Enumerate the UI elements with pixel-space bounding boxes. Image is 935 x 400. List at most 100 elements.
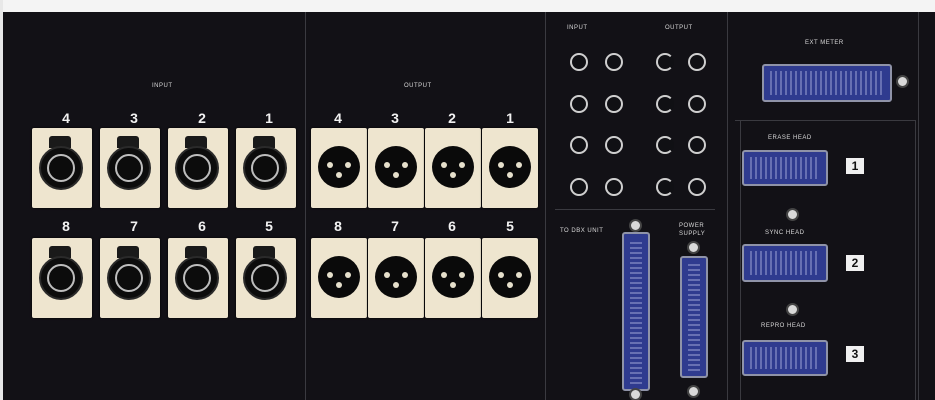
input-xlr-female-1[interactable] xyxy=(236,128,296,208)
to-dbx-unit-connector[interactable] xyxy=(622,232,650,391)
xlr-female-socket-icon xyxy=(39,146,83,190)
rca-output-jack-4[interactable] xyxy=(656,95,674,113)
input-xlr-female-2[interactable] xyxy=(168,128,228,208)
xlr-female-socket-icon xyxy=(107,146,151,190)
divider-rca-bottom xyxy=(555,209,715,210)
rca-input-label: INPUT xyxy=(567,25,588,31)
rca-input-jack-3[interactable] xyxy=(605,95,623,113)
input-number-1: 1 xyxy=(265,110,273,126)
output-number-3: 3 xyxy=(391,110,399,126)
ext-meter-label: EXT METER xyxy=(805,40,844,46)
input-number-3: 3 xyxy=(130,110,138,126)
input-xlr-female-6[interactable] xyxy=(168,238,228,318)
frame-left-edge xyxy=(0,0,3,400)
divider-output-rca xyxy=(545,12,546,400)
output-xlr-male-1[interactable] xyxy=(482,128,538,208)
xlr-male-socket-icon xyxy=(375,256,417,298)
output-xlr-male-5[interactable] xyxy=(482,238,538,318)
divider-rca-heads xyxy=(727,12,728,400)
rear-panel: INPUT OUTPUT 4 3 2 1 8 7 6 5 4 3 2 1 8 7… xyxy=(0,0,935,400)
divider-heads-top xyxy=(735,120,915,121)
rca-input-jack-7[interactable] xyxy=(605,178,623,196)
output-number-1: 1 xyxy=(506,110,514,126)
rca-output-jack-3[interactable] xyxy=(688,95,706,113)
output-xlr-male-2[interactable] xyxy=(425,128,481,208)
divider-heads-left xyxy=(740,120,741,400)
erase-head-connector[interactable] xyxy=(742,150,828,186)
divider-input-output xyxy=(305,12,306,400)
xlr-male-socket-icon xyxy=(432,256,474,298)
rca-output-jack-1[interactable] xyxy=(688,53,706,71)
xlr-male-socket-icon xyxy=(318,146,360,188)
rca-input-jack-4[interactable] xyxy=(570,95,588,113)
head-number-badge-3: 3 xyxy=(846,346,864,362)
output-number-6: 6 xyxy=(448,218,456,234)
input-number-2: 2 xyxy=(198,110,206,126)
xlr-male-socket-icon xyxy=(489,256,531,298)
xlr-male-socket-icon xyxy=(318,256,360,298)
screw-icon xyxy=(896,75,909,88)
rca-input-jack-2[interactable] xyxy=(570,53,588,71)
xlr-male-socket-icon xyxy=(375,146,417,188)
xlr-male-socket-icon xyxy=(432,146,474,188)
input-xlr-female-5[interactable] xyxy=(236,238,296,318)
repro-head-connector[interactable] xyxy=(742,340,828,376)
input-number-7: 7 xyxy=(130,218,138,234)
xlr-female-socket-icon xyxy=(175,146,219,190)
output-number-8: 8 xyxy=(334,218,342,234)
input-xlr-female-7[interactable] xyxy=(100,238,160,318)
output-number-4: 4 xyxy=(334,110,342,126)
to-dbx-unit-label: TO DBX UNIT xyxy=(560,228,604,234)
xlr-female-socket-icon xyxy=(243,256,287,300)
screw-icon xyxy=(687,385,700,398)
output-section-label: OUTPUT xyxy=(404,83,432,89)
rca-input-jack-8[interactable] xyxy=(570,178,588,196)
screw-icon xyxy=(786,208,799,221)
xlr-female-socket-icon xyxy=(107,256,151,300)
sync-head-connector[interactable] xyxy=(742,244,828,282)
screw-icon xyxy=(629,219,642,232)
rca-output-jack-2[interactable] xyxy=(656,53,674,71)
xlr-female-socket-icon xyxy=(39,256,83,300)
rca-input-jack-6[interactable] xyxy=(570,136,588,154)
divider-heads-right xyxy=(915,120,916,400)
output-xlr-male-7[interactable] xyxy=(368,238,424,318)
power-supply-connector[interactable] xyxy=(680,256,708,378)
input-number-8: 8 xyxy=(62,218,70,234)
input-xlr-female-4[interactable] xyxy=(32,128,92,208)
input-xlr-female-8[interactable] xyxy=(32,238,92,318)
erase-head-label: ERASE HEAD xyxy=(768,135,812,141)
input-number-4: 4 xyxy=(62,110,70,126)
input-section-label: INPUT xyxy=(152,83,173,89)
rca-output-jack-5[interactable] xyxy=(688,136,706,154)
output-number-2: 2 xyxy=(448,110,456,126)
output-xlr-male-8[interactable] xyxy=(311,238,367,318)
input-xlr-female-3[interactable] xyxy=(100,128,160,208)
frame-top-edge xyxy=(0,0,935,12)
output-xlr-male-6[interactable] xyxy=(425,238,481,318)
sync-head-label: SYNC HEAD xyxy=(765,230,805,236)
rca-output-jack-8[interactable] xyxy=(656,178,674,196)
xlr-female-socket-icon xyxy=(243,146,287,190)
input-number-5: 5 xyxy=(265,218,273,234)
repro-head-label: REPRO HEAD xyxy=(761,323,806,329)
rca-input-jack-5[interactable] xyxy=(605,136,623,154)
input-number-6: 6 xyxy=(198,218,206,234)
rca-output-label: OUTPUT xyxy=(665,25,693,31)
rca-output-jack-7[interactable] xyxy=(688,178,706,196)
rca-input-jack-1[interactable] xyxy=(605,53,623,71)
output-xlr-male-3[interactable] xyxy=(368,128,424,208)
divider-right xyxy=(918,12,919,400)
screw-icon xyxy=(629,388,642,400)
output-xlr-male-4[interactable] xyxy=(311,128,367,208)
output-number-7: 7 xyxy=(391,218,399,234)
head-number-badge-2: 2 xyxy=(846,255,864,271)
head-number-badge-1: 1 xyxy=(846,158,864,174)
screw-icon xyxy=(687,241,700,254)
ext-meter-connector[interactable] xyxy=(762,64,892,102)
output-number-5: 5 xyxy=(506,218,514,234)
screw-icon xyxy=(786,303,799,316)
rca-output-jack-6[interactable] xyxy=(656,136,674,154)
xlr-male-socket-icon xyxy=(489,146,531,188)
power-supply-label: POWER SUPPLY xyxy=(679,223,706,237)
